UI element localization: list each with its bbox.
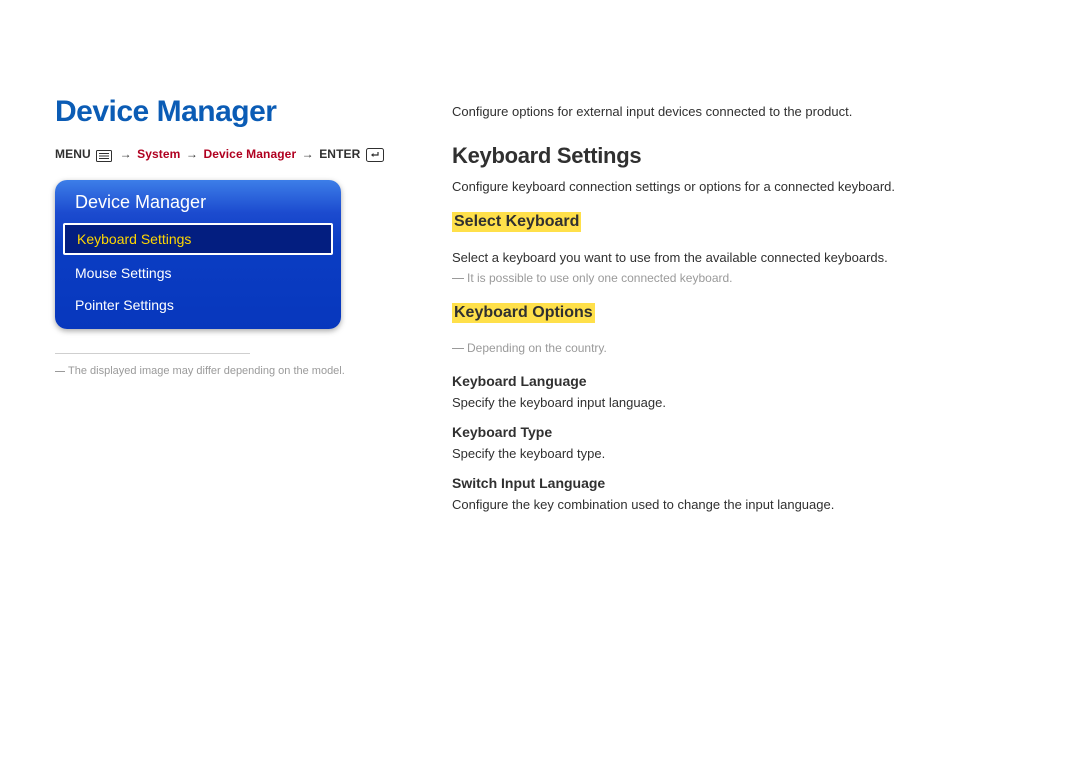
panel-item-keyboard-settings[interactable]: Keyboard Settings xyxy=(63,223,333,255)
select-keyboard-note: It is possible to use only one connected… xyxy=(452,271,1022,285)
breadcrumb-device-manager: Device Manager xyxy=(203,147,296,161)
panel-item-mouse-settings[interactable]: Mouse Settings xyxy=(55,257,341,289)
switch-input-language-desc: Configure the key combination used to ch… xyxy=(452,497,1022,512)
keyboard-settings-heading: Keyboard Settings xyxy=(452,143,1022,169)
keyboard-language-heading: Keyboard Language xyxy=(452,373,1022,389)
model-disclaimer: The displayed image may differ depending… xyxy=(55,364,395,379)
keyboard-type-desc: Specify the keyboard type. xyxy=(452,446,1022,461)
divider xyxy=(55,353,250,354)
keyboard-options-heading: Keyboard Options xyxy=(452,303,595,323)
device-manager-panel: Device Manager Keyboard Settings Mouse S… xyxy=(55,180,341,329)
page-title: Device Manager xyxy=(55,95,395,129)
menu-icon xyxy=(96,148,112,162)
breadcrumb-menu: MENU xyxy=(55,147,91,161)
select-keyboard-desc: Select a keyboard you want to use from t… xyxy=(452,250,1022,265)
switch-input-language-heading: Switch Input Language xyxy=(452,475,1022,491)
keyboard-language-desc: Specify the keyboard input language. xyxy=(452,395,1022,410)
panel-item-pointer-settings[interactable]: Pointer Settings xyxy=(55,289,341,321)
breadcrumb: MENU → System → Device Manager → ENTER xyxy=(55,147,395,162)
breadcrumb-enter: ENTER xyxy=(319,147,360,161)
panel-header: Device Manager xyxy=(55,180,341,223)
breadcrumb-arrow: → xyxy=(186,147,198,161)
breadcrumb-arrow: → xyxy=(302,147,314,161)
intro-text: Configure options for external input dev… xyxy=(452,104,1022,119)
select-keyboard-heading: Select Keyboard xyxy=(452,212,581,232)
enter-icon xyxy=(366,147,384,162)
keyboard-type-heading: Keyboard Type xyxy=(452,424,1022,440)
keyboard-options-note: Depending on the country. xyxy=(452,341,1022,355)
breadcrumb-arrow: → xyxy=(120,147,132,161)
keyboard-settings-desc: Configure keyboard connection settings o… xyxy=(452,179,1022,194)
breadcrumb-system: System xyxy=(137,147,180,161)
